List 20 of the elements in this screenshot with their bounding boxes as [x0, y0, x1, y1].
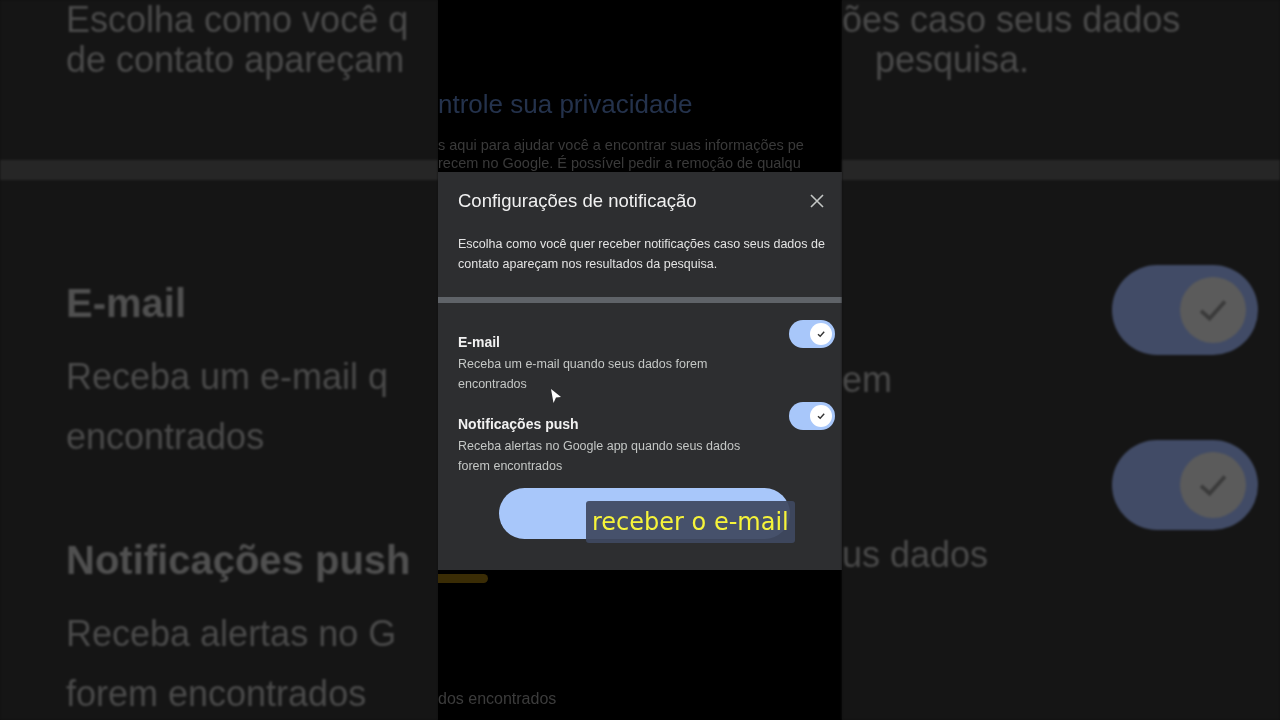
dialog-title: Configurações de notificação	[458, 189, 697, 213]
page-text: dos encontrados	[438, 689, 557, 709]
page-text: s aqui para ajudar você a encontrar suas informações pe	[438, 136, 804, 154]
option-description: Receba alertas no Google app quando seus dados forem encontrados	[458, 438, 742, 475]
option-title: Notificações push	[458, 415, 579, 434]
highlight-mark	[438, 574, 488, 583]
dialog-description: Escolha como você quer receber notificações caso seus dados de contato apareçam nos resultados da pesquisa.	[458, 236, 826, 273]
option-description: Receba um e-mail quando seus dados forem encontrados	[458, 356, 709, 393]
page-heading: ntrole sua privacidade	[438, 88, 693, 120]
cursor-icon	[550, 388, 562, 404]
page-text: recem no Google. É possível pedir a remoção de qualqu	[438, 154, 801, 172]
check-icon	[816, 329, 826, 339]
toggle-switch[interactable]	[789, 320, 835, 348]
blurred-heading: Notificações push	[66, 537, 411, 583]
close-icon[interactable]	[810, 194, 824, 208]
blurred-heading: E-mail	[66, 280, 187, 326]
option-title: E-mail	[458, 333, 500, 352]
subtitle-caption: receber o e-mail	[586, 501, 795, 543]
check-icon	[816, 411, 826, 421]
toggle-switch[interactable]	[789, 402, 835, 430]
